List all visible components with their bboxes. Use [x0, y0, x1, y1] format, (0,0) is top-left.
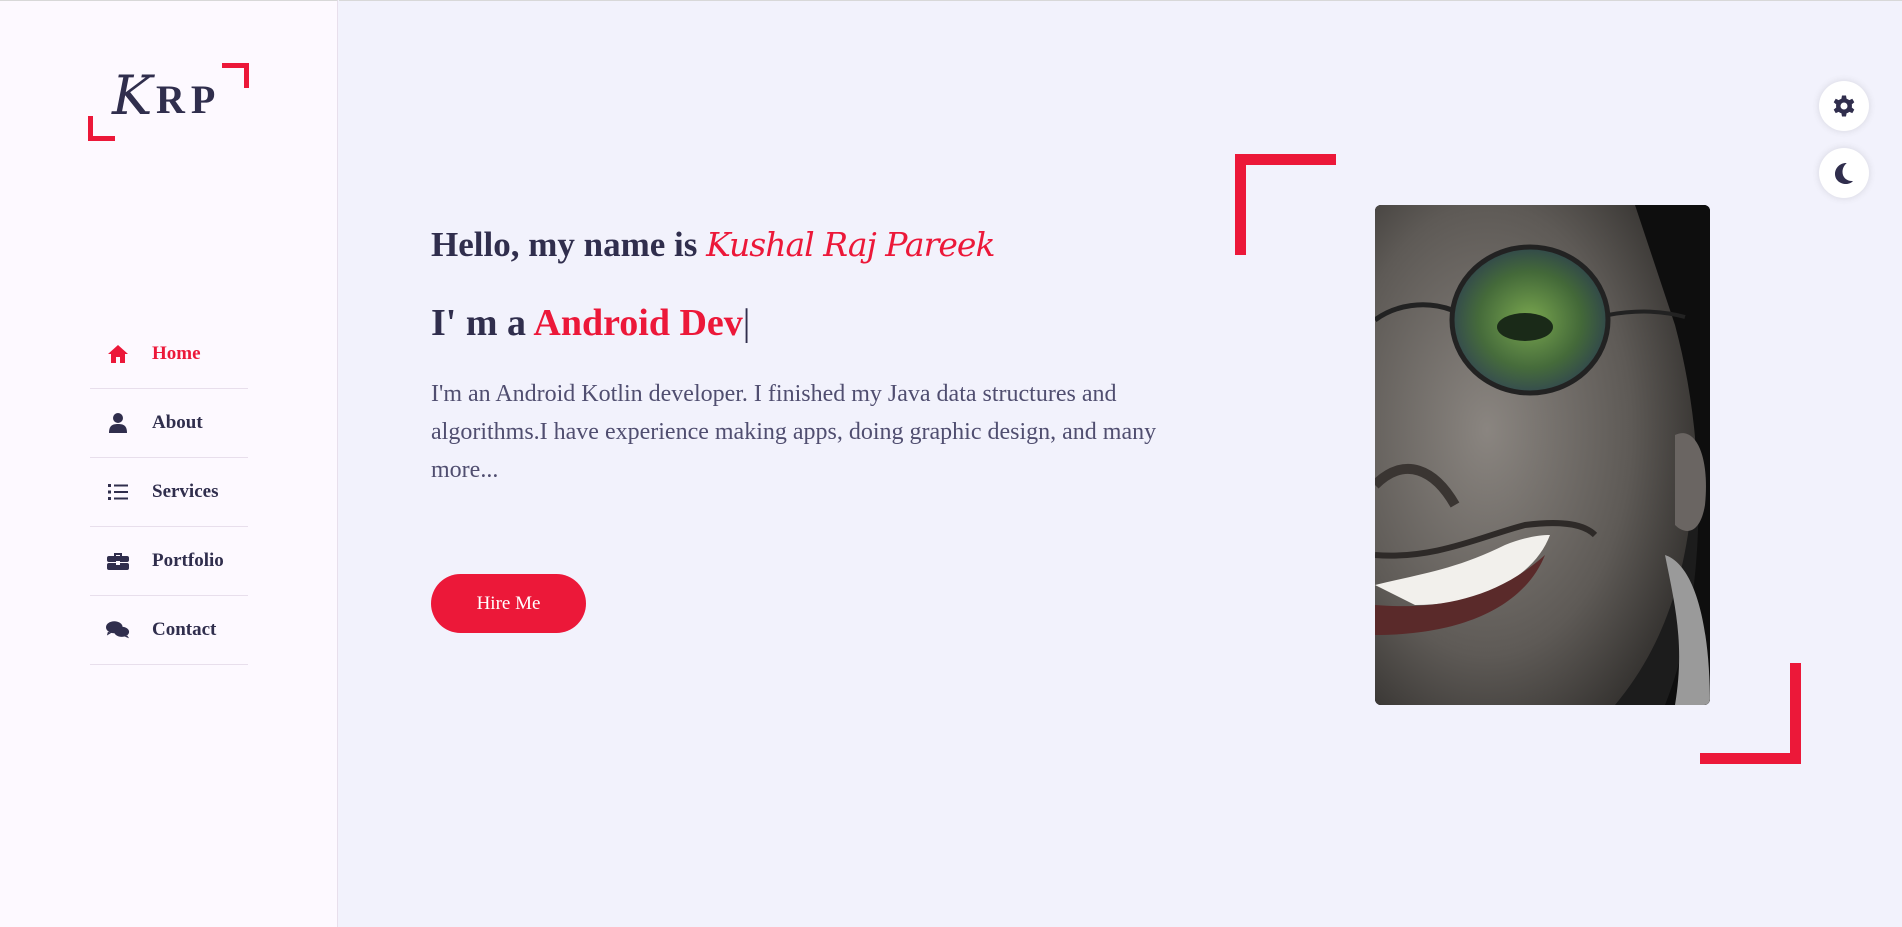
nav-item-label: Services: [152, 481, 219, 502]
role-typed-text: Android Dev: [533, 302, 743, 344]
profile-photo-illustration: [1375, 205, 1710, 705]
logo-letters-rp: RP: [156, 77, 222, 122]
nav-item-home[interactable]: Home: [90, 320, 248, 389]
nav-item-portfolio[interactable]: Portfolio: [90, 527, 248, 596]
gear-icon: [1831, 93, 1857, 119]
nav-item-label: About: [152, 412, 203, 433]
logo-letter-k: K: [112, 64, 153, 127]
settings-button[interactable]: [1819, 81, 1869, 131]
typing-cursor: |: [742, 302, 751, 344]
sidebar: K RP Home About Services Portfolio Conta…: [0, 0, 338, 927]
page: K RP Home About Services Portfolio Conta…: [0, 0, 1902, 927]
moon-icon: [1832, 161, 1856, 185]
nav-item-contact[interactable]: Contact: [90, 596, 248, 665]
profile-photo: [1375, 205, 1710, 705]
theme-toggle-button[interactable]: [1819, 148, 1869, 198]
comments-icon: [106, 619, 130, 641]
list-icon: [106, 481, 130, 503]
nav-item-label: Contact: [152, 619, 217, 640]
main-content: Hello, my name is Kushal Raj Pareek I' m…: [339, 0, 1902, 927]
home-icon: [106, 343, 130, 365]
role-prefix: I' m a: [431, 302, 526, 344]
photo-bracket-bottom-right: [1700, 663, 1801, 764]
nav-item-label: Home: [152, 343, 201, 364]
logo-corner-top-right: [222, 63, 249, 88]
hero-greeting: Hello, my name is Kushal Raj Pareek: [431, 225, 995, 265]
logo[interactable]: K RP: [88, 63, 249, 143]
logo-corner-bottom-left: [88, 116, 115, 141]
hero-name: Kushal Raj Pareek: [706, 225, 995, 264]
hire-me-button[interactable]: Hire Me: [431, 574, 586, 633]
main-nav: Home About Services Portfolio Contact: [90, 320, 248, 665]
briefcase-icon: [106, 550, 130, 572]
photo-bracket-top-left: [1235, 154, 1336, 255]
nav-item-label: Portfolio: [152, 550, 224, 571]
hero-role: I' m a Android Dev|: [431, 301, 750, 345]
greeting-text: Hello, my name is: [431, 225, 698, 264]
nav-item-services[interactable]: Services: [90, 458, 248, 527]
hero-description: I'm an Android Kotlin developer. I finis…: [431, 381, 1157, 483]
user-icon: [106, 412, 130, 434]
nav-item-about[interactable]: About: [90, 389, 248, 458]
